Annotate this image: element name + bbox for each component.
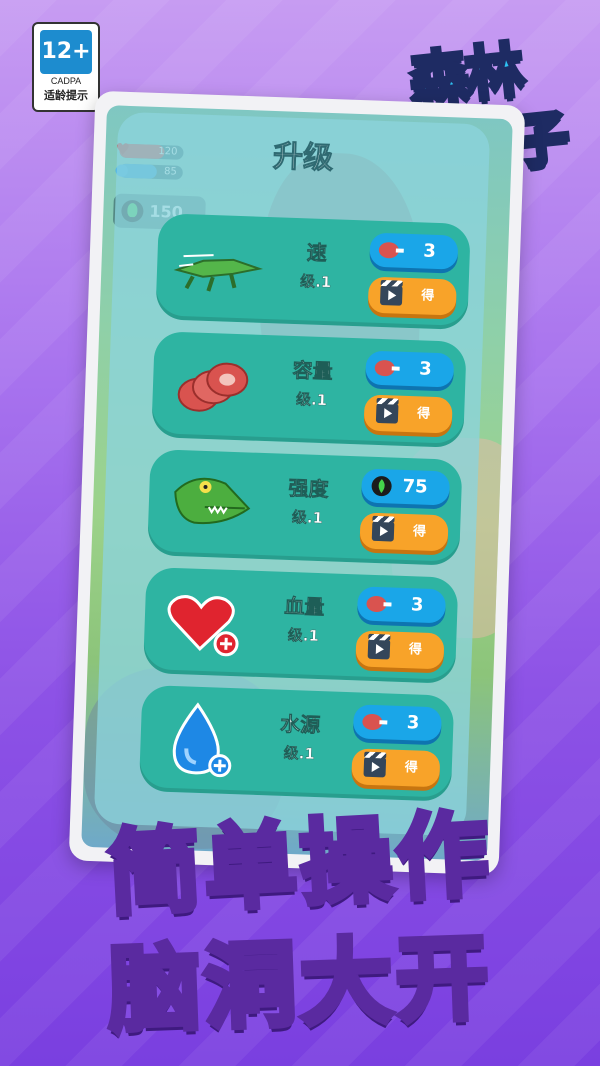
buy-button[interactable]: 3	[356, 586, 447, 624]
upgrade-name: 容量	[292, 357, 334, 384]
ad-label: 得	[416, 406, 431, 422]
upgrade-card-speed: 速 级.1 3 得	[155, 213, 471, 331]
cost-value: 3	[418, 358, 433, 380]
age-rating: 12+	[40, 30, 92, 74]
clapperboard-icon	[371, 520, 395, 542]
buy-button[interactable]: 3	[365, 350, 455, 388]
panel-title: 升级	[272, 139, 334, 177]
meat-slices-icon	[177, 362, 249, 412]
upgrade-panel: 升级 速 级.1 3 得 容量 级.1 3 得 强度 级.1 75 得 血量 级…	[93, 111, 491, 837]
rating-tip: 适龄提示	[44, 89, 88, 102]
upgrade-name: 水源	[279, 711, 321, 738]
age-rating-badge: 12+ CADPA 适龄提示	[32, 22, 100, 112]
upgrade-name: 血量	[283, 593, 325, 620]
upgrade-level: 级.1	[295, 390, 328, 410]
buy-button[interactable]: 3	[369, 232, 459, 270]
upgrade-level: 级.1	[287, 625, 320, 646]
clapperboard-icon	[367, 638, 391, 660]
upgrade-name: 速	[306, 240, 328, 266]
upgrade-level: 级.1	[299, 272, 332, 292]
upgrade-card-capacity: 容量 级.1 3 得	[151, 331, 467, 448]
watch-ad-button[interactable]: 得	[351, 748, 441, 788]
upgrade-card-strength: 强度 级.1 75 得	[147, 449, 463, 566]
cost-value: 3	[410, 594, 424, 616]
water-drop-plus-icon	[172, 702, 232, 778]
ad-label: 得	[412, 524, 427, 540]
meat-icon	[378, 242, 404, 259]
heart-plus-icon	[167, 595, 239, 657]
meat-icon	[362, 713, 388, 730]
crocodile-icon	[173, 254, 263, 292]
meat-icon	[374, 360, 400, 377]
ad-label: 得	[421, 288, 435, 304]
meat-icon	[366, 596, 392, 613]
slogan-line-2: 脑洞大开	[104, 921, 498, 1047]
buy-button[interactable]: 3	[352, 704, 442, 742]
upgrade-name: 强度	[288, 475, 329, 502]
buy-button[interactable]: 75	[361, 468, 451, 506]
cost-value: 3	[406, 712, 420, 734]
watch-ad-button[interactable]: 得	[367, 276, 457, 316]
watch-ad-button[interactable]: 得	[359, 512, 449, 552]
upgrade-card-health: 血量 级.1 3 得	[142, 566, 459, 684]
watch-ad-button[interactable]: 得	[355, 630, 445, 670]
cost-value: 75	[402, 475, 428, 498]
ad-label: 得	[408, 642, 423, 658]
plant-icon	[371, 476, 392, 497]
watch-ad-button[interactable]: 得	[363, 394, 453, 434]
clapperboard-icon	[375, 402, 399, 424]
cost-value: 3	[422, 240, 437, 262]
upgrade-level: 级.1	[283, 743, 316, 763]
crocodile-head-icon	[174, 477, 251, 525]
ad-label: 得	[404, 760, 419, 776]
upgrade-level: 级.1	[291, 508, 324, 528]
rating-org: CADPA	[50, 76, 82, 86]
clapperboard-icon	[363, 756, 387, 778]
clapperboard-icon	[379, 284, 403, 306]
